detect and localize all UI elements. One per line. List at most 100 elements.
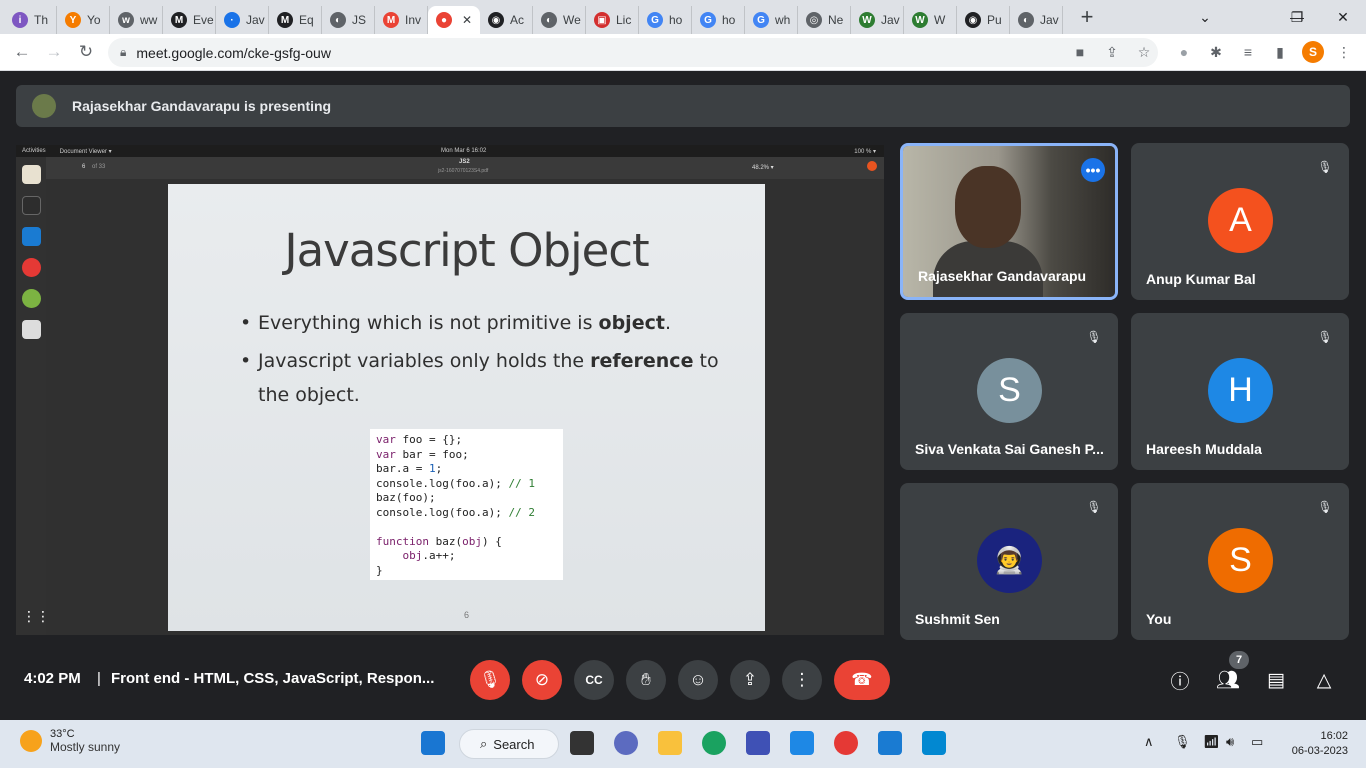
browser-tab[interactable]: ◐ Jav <box>1010 6 1063 34</box>
participant-avatar: H <box>1208 358 1273 423</box>
bullet2-text: Javascript variables only holds the <box>258 350 591 372</box>
url-text: meet.google.com/cke-gsfg-ouw <box>136 44 331 61</box>
url-omnibox[interactable]: 🔒︎ meet.google.com/cke-gsfg-ouw <box>108 38 1158 67</box>
terminal-icon <box>22 196 41 215</box>
tab-favicon-icon: ◉ <box>488 12 504 28</box>
task-view-icon[interactable] <box>570 731 594 755</box>
bookmark-star-icon[interactable]: ☆ <box>1134 42 1154 62</box>
restore-button[interactable]: ❐ <box>1274 0 1320 34</box>
profile-avatar[interactable]: S <box>1302 41 1324 63</box>
browser-tab[interactable]: ◉ Ac <box>480 6 533 34</box>
presenting-banner: Rajasekhar Gandavarapu is presenting <box>16 85 1350 127</box>
microphone-icon[interactable]: 🎙︎ <box>1174 734 1191 750</box>
participant-tile[interactable]: 🎙︎ 👨‍🚀 Sushmit Sen <box>900 483 1118 640</box>
meet-window: Rajasekhar Gandavarapu is presenting Act… <box>0 71 1366 720</box>
tab-label: ho <box>669 13 683 27</box>
slide: Javascript Object • Everything which is … <box>168 184 765 631</box>
more-options-button[interactable]: ⋮ <box>782 660 822 700</box>
tab-label: Ac <box>510 13 525 27</box>
extensions-icon[interactable]: ✱ <box>1206 42 1226 62</box>
tab-favicon-icon: ◐ <box>1018 12 1034 28</box>
browser-tab[interactable]: ◉ Pu <box>957 6 1010 34</box>
tab-search-button[interactable]: ⌄ <box>1182 0 1228 34</box>
vscode-taskbar-icon[interactable] <box>878 731 902 755</box>
browser-tab[interactable]: · Jav <box>216 6 269 34</box>
browser-tab[interactable]: Gwh <box>745 6 798 34</box>
more-options-icon[interactable]: ••• <box>1081 158 1105 182</box>
reload-icon[interactable]: ↻ <box>70 36 102 68</box>
code-snippet: var foo = {}; var bar = foo; bar.a = 1; … <box>370 429 563 580</box>
tab-favicon-icon: ◎ <box>806 12 822 28</box>
presenting-text: Rajasekhar Gandavarapu is presenting <box>72 98 332 114</box>
app-grid-icon: ⋮⋮ <box>22 608 50 624</box>
present-screen-button[interactable]: ⇪ <box>730 660 770 700</box>
battery-icon[interactable]: ▭ <box>1251 734 1263 750</box>
back-icon[interactable]: ← <box>6 36 38 68</box>
captions-button[interactable]: CC <box>574 660 614 700</box>
browser-tab[interactable]: ◐ We <box>533 6 586 34</box>
file-explorer-icon[interactable] <box>658 731 682 755</box>
browser-tab[interactable]: i Th <box>4 6 57 34</box>
browser-menu-icon[interactable]: ⋮ <box>1334 42 1354 62</box>
weather-widget[interactable]: 33°C Mostly sunny <box>20 728 120 754</box>
reactions-button[interactable]: ☺ <box>678 660 718 700</box>
taskbar-search[interactable]: ⌕ Search <box>459 729 559 759</box>
browser-tab[interactable]: ◎ Ne <box>798 6 851 34</box>
teams-chat-icon[interactable] <box>614 731 638 755</box>
slack-icon <box>22 289 41 308</box>
participant-avatar: S <box>977 358 1042 423</box>
tab-label: Jav <box>246 13 265 27</box>
participant-tile[interactable]: 🎙︎ A Anup Kumar Bal <box>1131 143 1349 300</box>
grammarly-extension-icon[interactable]: ● <box>1174 42 1194 62</box>
chevron-up-icon[interactable]: ∧ <box>1144 734 1154 750</box>
browser-tab[interactable]: Y Yo <box>57 6 110 34</box>
browser-tab[interactable]: w ww <box>110 6 163 34</box>
people-icon[interactable]: 👥︎ <box>1215 667 1241 693</box>
sun-icon <box>20 730 42 752</box>
browser-tab[interactable]: W Jav <box>851 6 904 34</box>
raise-hand-button[interactable]: ✋︎ <box>626 660 666 700</box>
side-panel-icon[interactable]: ▮ <box>1270 42 1290 62</box>
camera-off-button[interactable]: ⊘ <box>522 660 562 700</box>
taskbar-clock[interactable]: 16:02 06-03-2023 <box>1292 729 1348 759</box>
browser-tab[interactable]: ● ✕ <box>428 6 480 34</box>
mic-off-button[interactable]: 🎙︎ <box>470 660 510 700</box>
chat-icon[interactable]: ▤ <box>1263 667 1289 693</box>
camera-icon[interactable]: ■ <box>1070 42 1090 62</box>
browser-tab[interactable]: Gho <box>639 6 692 34</box>
activities-icon[interactable]: △ <box>1311 667 1337 693</box>
browser-tab[interactable]: Gho <box>692 6 745 34</box>
browser-tab[interactable]: M Eve <box>163 6 216 34</box>
browser-tab[interactable]: ▣ Lic <box>586 6 639 34</box>
store-icon[interactable] <box>746 731 770 755</box>
wifi-icon[interactable]: 📶︎ <box>1203 734 1220 750</box>
doc-file: js2-1607070123S4.pdf <box>438 168 489 174</box>
browser-tab[interactable]: M Inv <box>375 6 428 34</box>
participant-tile-presenter[interactable]: ••• Rajasekhar Gandavarapu <box>900 143 1118 300</box>
participant-tile-self[interactable]: 🎙︎ S You <box>1131 483 1349 640</box>
tab-favicon-icon: ◉ <box>965 12 981 28</box>
share-icon[interactable]: ⇪ <box>1102 42 1122 62</box>
slide-page-number: 6 <box>463 610 469 620</box>
start-icon[interactable] <box>421 731 445 755</box>
close-window-button[interactable]: ✕ <box>1320 0 1366 34</box>
browser-tab[interactable]: WW <box>904 6 957 34</box>
participant-tile[interactable]: 🎙︎ S Siva Venkata Sai Ganesh P... <box>900 313 1118 470</box>
close-tab-icon[interactable]: ✕ <box>462 13 472 27</box>
leave-call-button[interactable]: ☎︎ <box>834 660 890 700</box>
notepad-icon[interactable] <box>922 731 946 755</box>
browser-tab[interactable]: M Eq <box>269 6 322 34</box>
participant-tile[interactable]: 🎙︎ H Hareesh Muddala <box>1131 313 1349 470</box>
volume-icon[interactable]: 🔊︎ <box>1226 734 1234 750</box>
mic-off-icon: 🎙︎ <box>1317 500 1333 514</box>
new-tab-button[interactable]: + <box>1073 3 1101 31</box>
chrome-taskbar-icon[interactable] <box>834 731 858 755</box>
browser-tab[interactable]: ◐ JS <box>322 6 375 34</box>
shared-screen: Activities Document Viewer ▾ Mon Mar 6 1… <box>16 145 884 635</box>
mail-icon[interactable] <box>790 731 814 755</box>
forward-icon[interactable]: → <box>38 36 70 68</box>
tab-label: Eq <box>299 13 314 27</box>
media-control-icon[interactable]: ≡ <box>1238 42 1258 62</box>
edge-icon[interactable] <box>702 731 726 755</box>
meeting-info-icon[interactable]: ⓘ <box>1167 667 1193 693</box>
